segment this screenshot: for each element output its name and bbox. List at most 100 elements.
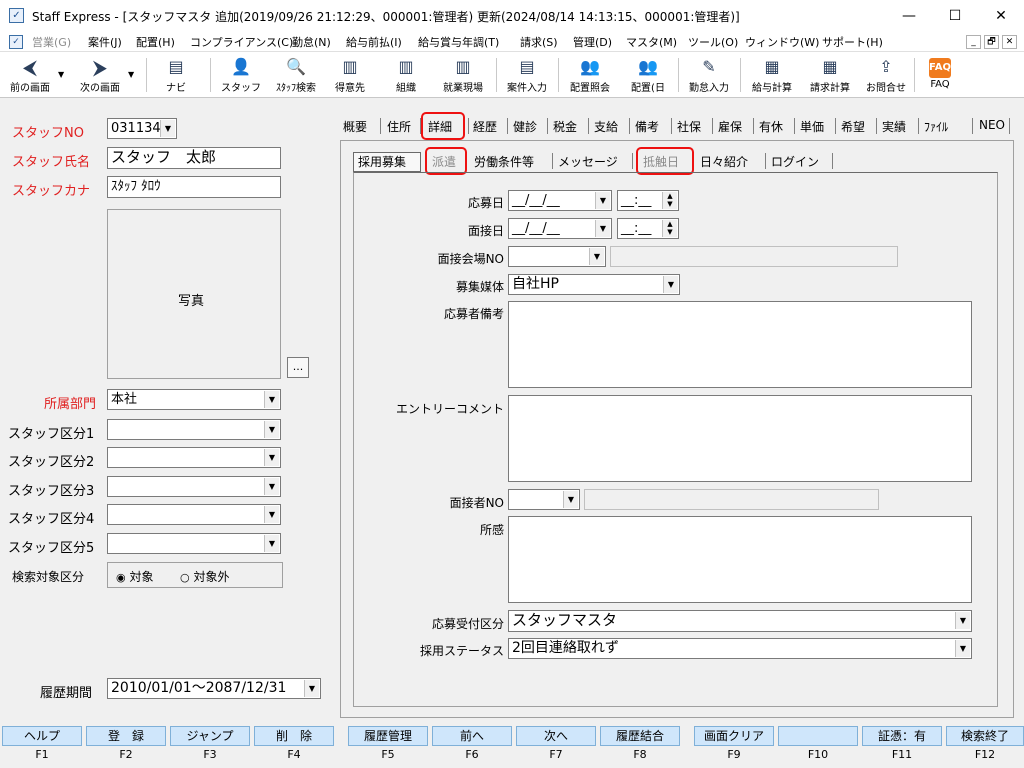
dept-combo[interactable]: 本社 ▼ [107, 389, 281, 410]
subtab-login[interactable]: ログイン [771, 153, 819, 170]
kubun2-combo[interactable]: ▼ [107, 447, 281, 468]
chevron-down-icon[interactable]: ▼ [160, 120, 175, 137]
f11-evidence-button[interactable]: 証憑：有 [862, 726, 942, 746]
maximize-button[interactable]: ☐ [932, 0, 978, 32]
menu-sales[interactable]: 営業(G) [32, 34, 71, 50]
menu-support[interactable]: サポート(H) [822, 34, 883, 50]
f10-button[interactable] [778, 726, 858, 746]
tab-record[interactable]: 実績 [882, 118, 906, 135]
tab-notes[interactable]: 備考 [635, 118, 659, 135]
f6-prev-button[interactable]: 前へ [432, 726, 512, 746]
kubun3-combo[interactable]: ▼ [107, 476, 281, 497]
tab-neo[interactable]: NEO [979, 118, 1005, 132]
kubun1-combo[interactable]: ▼ [107, 419, 281, 440]
entry-comment-textarea[interactable] [508, 395, 972, 482]
menu-admin[interactable]: 管理(D) [573, 34, 612, 50]
radio-target[interactable]: ◉ 対象 [116, 568, 153, 585]
f9-clear-screen-button[interactable]: 画面クリア [694, 726, 774, 746]
tab-paid-leave[interactable]: 有休 [759, 118, 783, 135]
menu-tools[interactable]: ツール(O) [688, 34, 738, 50]
placement-daily-button[interactable]: 👥 配置(日 [622, 54, 674, 96]
tab-wish[interactable]: 希望 [841, 118, 865, 135]
chevron-down-icon[interactable]: ▼ [304, 680, 319, 697]
tab-payment[interactable]: 支給 [594, 118, 618, 135]
subtab-dispatch[interactable]: 派遣 [432, 153, 456, 170]
inquiry-button[interactable]: ⇪ お問合せ [860, 54, 912, 96]
faq-button[interactable]: FAQ FAQ [920, 54, 960, 96]
mdi-restore-icon[interactable]: 🗗 [984, 35, 999, 49]
staff-kana-field[interactable]: ｽﾀｯﾌ ﾀﾛｳ [107, 176, 281, 198]
tab-address[interactable]: 住所 [387, 118, 411, 135]
tab-social-insurance[interactable]: 社保 [677, 118, 701, 135]
tab-employment-insurance[interactable]: 雇保 [718, 118, 742, 135]
chevron-down-icon[interactable]: ▼ [563, 491, 578, 508]
chevron-down-icon[interactable]: ▼ [589, 248, 604, 265]
f4-delete-button[interactable]: 削 除 [254, 726, 334, 746]
payroll-calc-button[interactable]: ▦ 給与計算 [744, 54, 800, 96]
chevron-down-icon[interactable]: ▼ [955, 612, 970, 629]
staff-search-button[interactable]: 🔍 ｽﾀｯﾌ検索 [268, 54, 324, 96]
subtab-message[interactable]: メッセージ [558, 153, 618, 170]
minimize-button[interactable]: — [886, 0, 932, 32]
billing-calc-button[interactable]: ▦ 請求計算 [802, 54, 858, 96]
tab-file[interactable]: ﾌｧｲﾙ [924, 118, 948, 135]
tab-overview[interactable]: 概要 [343, 118, 367, 135]
chevron-down-icon[interactable]: ▼ [264, 391, 279, 408]
mdi-close-icon[interactable]: ✕ [1002, 35, 1017, 49]
attendance-entry-button[interactable]: ✎ 勤怠入力 [682, 54, 736, 96]
kubun4-combo[interactable]: ▼ [107, 504, 281, 525]
interview-time-spinner[interactable]: __:__ ▲ ▼ [617, 218, 679, 239]
chevron-down-icon[interactable]: ▼ [663, 276, 678, 293]
chevron-down-icon[interactable]: ▼ [595, 192, 610, 209]
project-entry-button[interactable]: ▤ 案件入力 [500, 54, 554, 96]
applicant-note-textarea[interactable] [508, 301, 972, 388]
menu-billing[interactable]: 請求(S) [520, 34, 558, 50]
next-screen-button[interactable]: ⮞ 次の画面 [72, 54, 128, 96]
f2-register-button[interactable]: 登 録 [86, 726, 166, 746]
tab-checkup[interactable]: 健診 [513, 118, 537, 135]
menu-window[interactable]: ウィンドウ(W) [745, 34, 819, 50]
menu-attendance[interactable]: 勤怠(N) [292, 34, 331, 50]
hiring-status-combo[interactable]: 2回目連絡取れず ▼ [508, 638, 972, 659]
chevron-down-icon[interactable]: ▼ [264, 421, 279, 438]
spinner-updown-icon[interactable]: ▲ ▼ [662, 192, 677, 209]
chevron-down-icon[interactable]: ▼ [955, 640, 970, 657]
f5-history-manage-button[interactable]: 履歴管理 [348, 726, 428, 746]
subtab-recruitment[interactable]: 採用募集 [358, 153, 406, 170]
chevron-down-icon[interactable]: ▼ [264, 535, 279, 552]
next-dropdown-icon[interactable]: ▼ [128, 70, 134, 79]
menu-placement[interactable]: 配置(H) [136, 34, 175, 50]
staff-no-combo[interactable]: 031134 ▼ [107, 118, 177, 139]
f8-history-merge-button[interactable]: 履歴結合 [600, 726, 680, 746]
tab-unit-price[interactable]: 単価 [800, 118, 824, 135]
subtab-daily-referral[interactable]: 日々紹介 [700, 153, 748, 170]
f7-next-button[interactable]: 次へ [516, 726, 596, 746]
apply-time-spinner[interactable]: __:__ ▲ ▼ [617, 190, 679, 211]
history-period-combo[interactable]: 2010/01/01～2087/12/31 ▼ [107, 678, 321, 699]
subtab-labor-conditions[interactable]: 労働条件等 [474, 153, 534, 170]
photo-browse-button[interactable]: ... [287, 357, 309, 378]
radio-unselected-icon[interactable]: ○ [180, 571, 190, 584]
tab-tax[interactable]: 税金 [553, 118, 577, 135]
mdi-minimize-icon[interactable]: _ [966, 35, 981, 49]
f3-jump-button[interactable]: ジャンプ [170, 726, 250, 746]
prev-screen-button[interactable]: ⮜ 前の画面 [2, 54, 58, 96]
staff-name-field[interactable]: スタッフ 太郎 [107, 147, 281, 169]
menu-compliance[interactable]: コンプライアンス(C) [190, 34, 293, 50]
prev-dropdown-icon[interactable]: ▼ [58, 70, 64, 79]
chevron-down-icon[interactable]: ▼ [595, 220, 610, 237]
f12-exit-search-button[interactable]: 検索終了 [946, 726, 1024, 746]
menu-project[interactable]: 案件(J) [88, 34, 122, 50]
client-button[interactable]: ▥ 得意先 [328, 54, 372, 96]
radio-selected-icon[interactable]: ◉ [116, 571, 126, 584]
spinner-updown-icon[interactable]: ▲ ▼ [662, 220, 677, 237]
media-combo[interactable]: 自社HP ▼ [508, 274, 680, 295]
chevron-down-icon[interactable]: ▼ [264, 506, 279, 523]
radio-exclude[interactable]: ○ 対象外 [180, 568, 229, 585]
chevron-down-icon[interactable]: ▼ [264, 478, 279, 495]
venue-combo[interactable]: ▼ [508, 246, 606, 267]
close-button[interactable]: ✕ [978, 0, 1024, 32]
menu-advance-pay[interactable]: 給与前払(I) [346, 34, 402, 50]
placement-inquiry-button[interactable]: 👥 配置照会 [562, 54, 618, 96]
chevron-down-icon[interactable]: ▼ [264, 449, 279, 466]
